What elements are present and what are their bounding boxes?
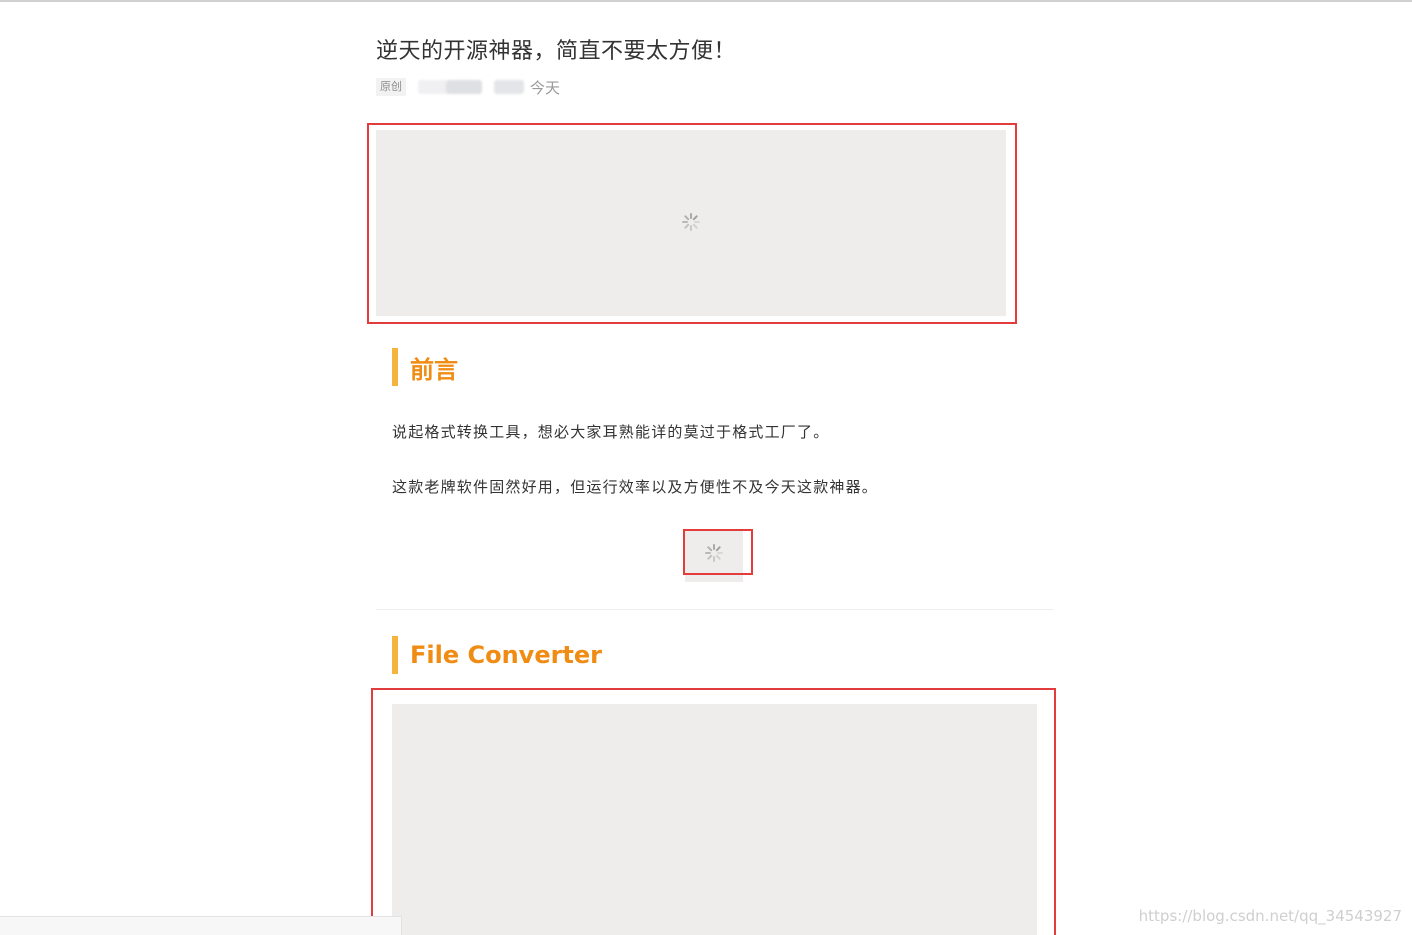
article-title: 逆天的开源神器，简直不要太方便！ bbox=[376, 39, 737, 64]
heading-accent-bar bbox=[392, 348, 398, 386]
section-title: File Converter bbox=[410, 641, 603, 669]
article-meta: 原创 今天 bbox=[376, 77, 560, 97]
section-heading-preface: 前言 bbox=[392, 348, 458, 386]
top-border bbox=[0, 0, 1412, 2]
annotation-box-inline bbox=[683, 529, 753, 575]
original-badge: 原创 bbox=[376, 78, 406, 96]
section-divider bbox=[376, 609, 1054, 610]
section-title: 前言 bbox=[410, 355, 458, 384]
publish-date: 今天 bbox=[530, 78, 561, 97]
annotation-box-screenshot bbox=[371, 688, 1056, 935]
annotation-box-hero bbox=[367, 123, 1017, 324]
section-heading-file-converter: File Converter bbox=[392, 636, 602, 674]
heading-accent-bar bbox=[392, 636, 398, 674]
article-page: 逆天的开源神器，简直不要太方便！ 原创 今天 前言 说起格式转换工具，想必大家耳… bbox=[0, 0, 1412, 935]
author-name-blurred[interactable] bbox=[418, 79, 524, 95]
paragraph: 说起格式转换工具，想必大家耳熟能详的莫过于格式工厂了。 bbox=[392, 423, 830, 441]
watermark: https://blog.csdn.net/qq_34543927 bbox=[1138, 907, 1402, 925]
paragraph: 这款老牌软件固然好用，但运行效率以及方便性不及今天这款神器。 bbox=[392, 478, 879, 496]
browser-bottom-bar bbox=[0, 916, 402, 935]
